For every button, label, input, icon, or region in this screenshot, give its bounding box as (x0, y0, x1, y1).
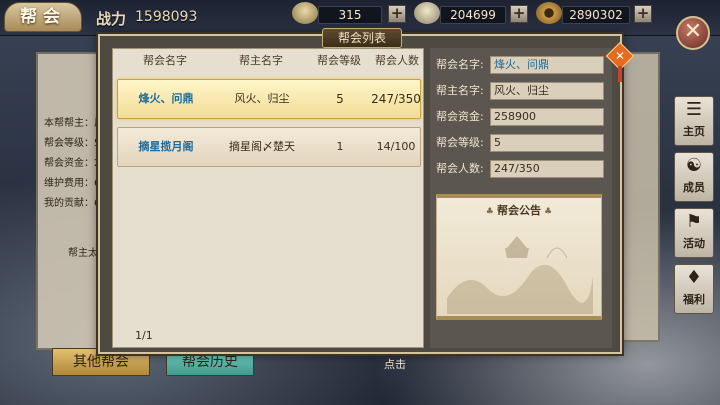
landscape-illustration (447, 236, 593, 314)
bg-line: 帮会资金：2 (44, 158, 101, 169)
row-level: 1 (336, 140, 344, 153)
column-leader-name: 帮主名字 (239, 54, 283, 67)
sidebar-label: 成员 (683, 181, 705, 194)
detail-value: 247/350 (490, 160, 604, 178)
ornament-icon: ♣ (541, 207, 553, 217)
detail-value: 烽火、问鼎 (490, 56, 604, 74)
tassel-ornament (618, 66, 622, 82)
guild-detail-panel: 帮会名字: 烽火、问鼎 帮主名字: 风火、归尘 帮会资金: 258900 帮会等… (430, 48, 612, 348)
bg-line: 本帮帮主：风 (44, 118, 104, 129)
power-value: 1598093 (135, 9, 198, 25)
detail-value: 258900 (490, 108, 604, 126)
close-window-button[interactable]: ✕ (676, 16, 710, 50)
notice-title-text: 帮会公告 (497, 204, 541, 217)
column-guild-level: 帮会等级 (317, 54, 361, 67)
sidebar-label: 主页 (683, 125, 705, 138)
guild-row[interactable]: 摘星揽月阁 摘星阁〆楚天 1 14/100 (117, 127, 421, 167)
currency-gold: 204699 (440, 6, 506, 24)
close-icon: ✕ (683, 19, 703, 44)
ornament-icon: ♣ (485, 207, 497, 217)
close-icon: ✕ (614, 49, 626, 63)
add-gold-button[interactable]: + (510, 5, 528, 23)
row-guild-name: 烽火、问鼎 (138, 92, 194, 105)
tap-hint: 点击 (384, 358, 406, 371)
sidebar-welfare-button[interactable]: ♦ 福利 (674, 264, 714, 314)
sidebar-label: 福利 (683, 293, 705, 306)
currency-coin: 2890302 (562, 6, 630, 24)
bg-inner-text: 帮主太 (68, 248, 98, 259)
detail-label: 帮会资金: (436, 110, 484, 123)
notice-title: ♣ 帮会公告 ♣ (437, 202, 601, 218)
power-label: 战力 (96, 10, 127, 28)
dialog-title: 帮会列表 (322, 28, 402, 48)
column-guild-name: 帮会名字 (143, 54, 187, 67)
sidebar-member-button[interactable]: ☯ 成员 (674, 152, 714, 202)
add-silver-button[interactable]: + (388, 5, 406, 23)
guild-notice-scroll: ♣ 帮会公告 ♣ (436, 194, 602, 320)
detail-label: 帮会人数: (436, 162, 484, 175)
bg-line: 帮会等级：5 (44, 138, 101, 149)
sidebar-label: 活动 (683, 237, 705, 250)
row-leader-name: 风火、归尘 (234, 92, 290, 105)
activity-icon: ⚑ (685, 211, 703, 232)
detail-label: 帮会等级: (436, 136, 484, 149)
page-indicator: 1/1 (135, 329, 153, 342)
welfare-icon: ♦ (685, 267, 703, 288)
guild-row[interactable]: 烽火、问鼎 风火、归尘 5 247/350 (117, 79, 421, 119)
coin-icon (536, 2, 562, 24)
currency-silver: 315 (318, 6, 382, 24)
list-header: 帮会名字 帮主名字 帮会等级 帮会人数 (113, 49, 425, 73)
column-member-count: 帮会人数 (375, 54, 419, 67)
add-coin-button[interactable]: + (634, 5, 652, 23)
silver-ingot-icon (292, 2, 318, 24)
sidebar-main-button[interactable]: ☰ 主页 (674, 96, 714, 146)
gold-ingot-icon (414, 2, 440, 24)
row-level: 5 (336, 92, 344, 106)
row-leader-name: 摘星阁〆楚天 (229, 140, 295, 153)
bg-line: 维护费用：6 (44, 178, 101, 189)
row-members: 14/100 (376, 140, 416, 153)
detail-value: 风火、归尘 (490, 82, 604, 100)
main-icon: ☰ (685, 99, 703, 120)
row-members: 247/350 (371, 92, 421, 106)
guild-list-dialog: 帮会列表 帮会名字 帮主名字 帮会等级 帮会人数 烽火、问鼎 风火、归尘 5 2… (98, 28, 622, 354)
detail-label: 帮会名字: (436, 58, 484, 71)
guild-list-panel: 帮会名字 帮主名字 帮会等级 帮会人数 烽火、问鼎 风火、归尘 5 247/35… (112, 48, 424, 348)
detail-value: 5 (490, 134, 604, 152)
member-icon: ☯ (685, 155, 703, 176)
row-guild-name: 摘星揽月阁 (138, 140, 194, 153)
guild-tab[interactable]: 帮会 (4, 2, 82, 32)
bg-line: 我的贡献：6 (44, 198, 101, 209)
detail-label: 帮主名字: (436, 84, 484, 97)
sidebar-activity-button[interactable]: ⚑ 活动 (674, 208, 714, 258)
